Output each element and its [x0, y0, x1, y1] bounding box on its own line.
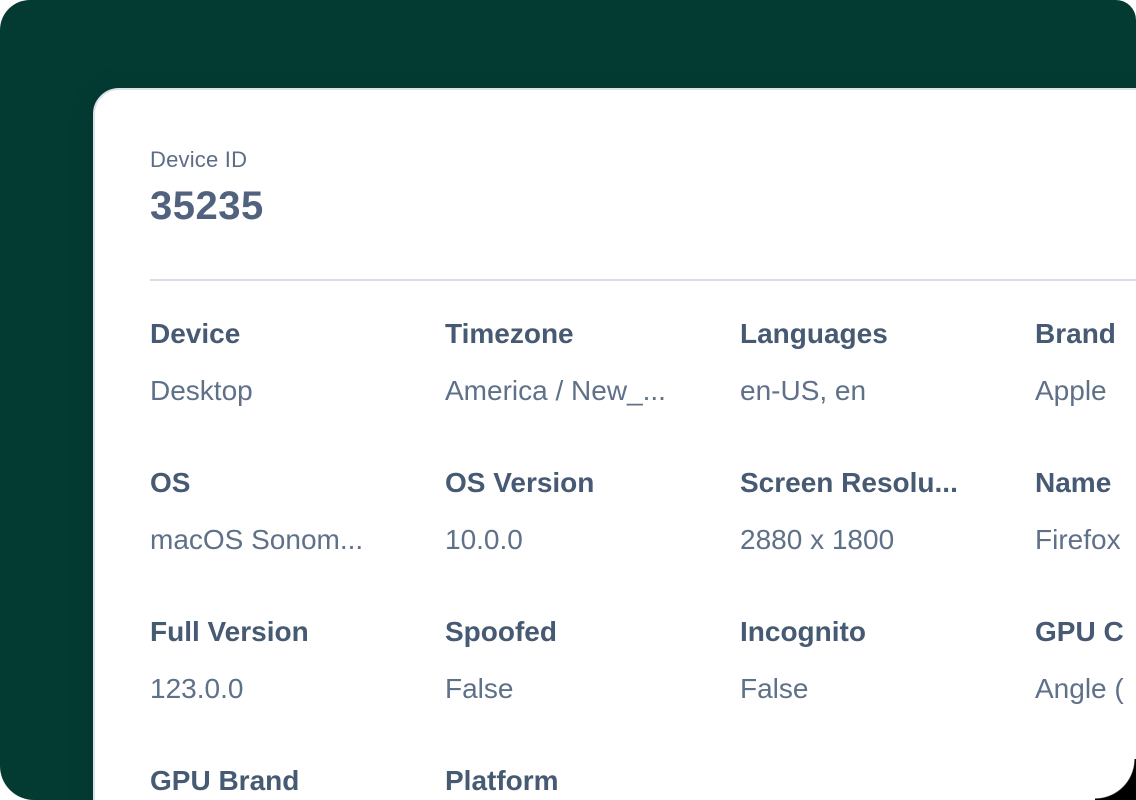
field-value: 123.0.0 — [150, 670, 445, 708]
app-background-panel: Device ID 35235 Device DesktopTimezone Ame… — [0, 0, 1136, 800]
field-value: macOS Sonom... — [150, 521, 445, 559]
field-cell: OS Version 10.0.0 — [445, 464, 740, 559]
field-value: Angle ( — [1035, 670, 1136, 708]
field-cell: Platform — [445, 762, 740, 800]
field-cell: Brand Apple — [1035, 315, 1136, 410]
field-value: 10.0.0 — [445, 521, 740, 559]
field-value: en-US, en — [740, 372, 1035, 410]
field-cell: GPU Brand — [150, 762, 445, 800]
field-label: Name — [1035, 464, 1136, 502]
divider — [150, 279, 1136, 281]
field-label: Brand — [1035, 315, 1136, 353]
device-id-value: 35235 — [150, 180, 1136, 232]
device-profile-card: Device ID 35235 Device DesktopTimezone Ame… — [93, 88, 1136, 800]
field-cell: GPU C Angle ( — [1035, 613, 1136, 708]
field-label: Screen Resolu... — [740, 464, 1035, 502]
field-value: False — [740, 670, 1035, 708]
field-cell: Full Version 123.0.0 — [150, 613, 445, 708]
device-id-label: Device ID — [150, 146, 1136, 174]
field-value: Apple — [1035, 372, 1136, 410]
field-value: Firefox — [1035, 521, 1136, 559]
field-label: Timezone — [445, 315, 740, 353]
field-cell: Timezone America / New_... — [445, 315, 740, 410]
field-cell: Incognito False — [740, 613, 1035, 708]
field-label: OS Version — [445, 464, 740, 502]
field-cell: Spoofed False — [445, 613, 740, 708]
device-profile-card-content: Device ID 35235 Device DesktopTimezone Ame… — [95, 90, 1136, 800]
field-value: America / New_... — [445, 372, 740, 410]
field-label: Platform — [445, 762, 740, 800]
field-label: Spoofed — [445, 613, 740, 651]
field-value: False — [445, 670, 740, 708]
field-value: 2880 x 1800 — [740, 521, 1035, 559]
field-label: OS — [150, 464, 445, 502]
field-label: GPU C — [1035, 613, 1136, 651]
field-label: GPU Brand — [150, 762, 445, 800]
field-cell: Device Desktop — [150, 315, 445, 410]
field-label: Full Version — [150, 613, 445, 651]
field-cell: OS macOS Sonom... — [150, 464, 445, 559]
device-fields-grid: Device DesktopTimezone America / New_...La… — [150, 315, 1136, 800]
field-label: Device — [150, 315, 445, 353]
field-value: Desktop — [150, 372, 445, 410]
field-cell: Name Firefox — [1035, 464, 1136, 559]
field-label: Languages — [740, 315, 1035, 353]
field-cell: Languages en-US, en — [740, 315, 1035, 410]
field-cell: Screen Resolu... 2880 x 1800 — [740, 464, 1035, 559]
field-label: Incognito — [740, 613, 1035, 651]
